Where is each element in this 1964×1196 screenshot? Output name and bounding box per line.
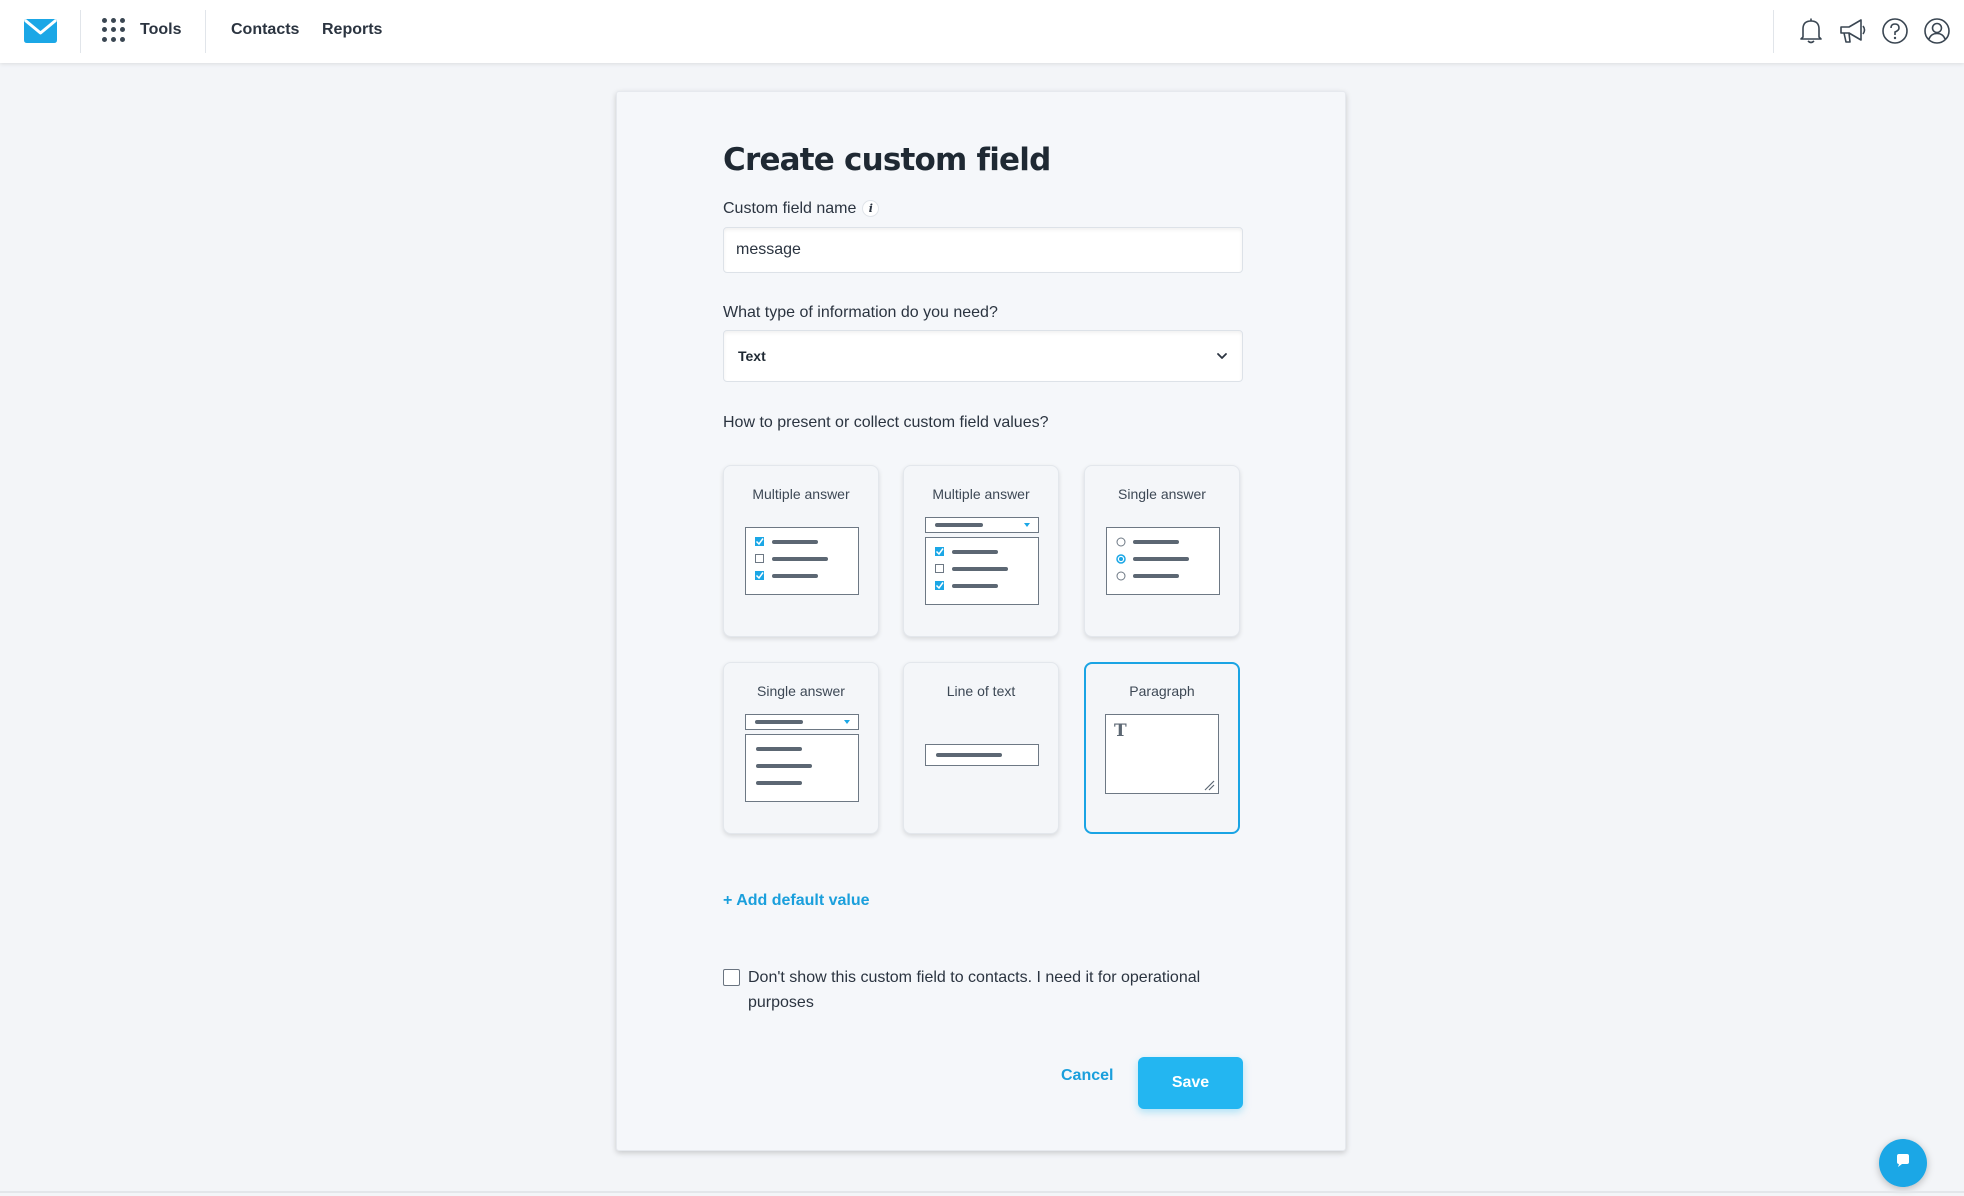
option-single-answer-radio[interactable]: Single answer xyxy=(1084,465,1240,637)
tools-label: Tools xyxy=(140,21,182,38)
divider xyxy=(1773,10,1774,53)
help-icon[interactable] xyxy=(1879,15,1910,46)
svg-text:T: T xyxy=(1114,721,1127,741)
save-button[interactable]: Save xyxy=(1138,1057,1243,1109)
create-custom-field-card: Create custom field Custom field name i W… xyxy=(616,91,1346,1151)
hide-field-checkbox[interactable] xyxy=(723,969,740,986)
option-multiple-answer-dropdown[interactable]: Multiple answer xyxy=(903,465,1059,637)
top-icons-group xyxy=(1795,15,1952,46)
option-line-of-text[interactable]: Line of text xyxy=(903,662,1059,834)
hide-field-label[interactable]: Don't show this custom field to contacts… xyxy=(748,965,1243,1015)
grid-icon xyxy=(102,18,126,42)
chat-button[interactable] xyxy=(1879,1139,1927,1187)
top-navigation-bar: Tools Contacts Reports xyxy=(0,0,1964,63)
cancel-button[interactable]: Cancel xyxy=(1061,1067,1113,1085)
page-title: Create custom field xyxy=(723,142,1051,178)
info-icon[interactable]: i xyxy=(862,200,880,217)
presentation-label: How to present or collect custom field v… xyxy=(723,414,1049,431)
tools-menu-button[interactable]: Tools xyxy=(102,18,181,42)
nav-contacts[interactable]: Contacts xyxy=(231,21,299,39)
information-type-value: Text xyxy=(738,348,766,364)
option-single-answer-dropdown[interactable]: Single answer xyxy=(723,662,879,834)
information-type-label: What type of information do you need? xyxy=(723,304,998,321)
add-default-value-link[interactable]: + Add default value xyxy=(723,892,870,910)
option-multiple-answer-checkboxes[interactable]: Multiple answer xyxy=(723,465,879,637)
divider xyxy=(205,10,206,53)
checkbox-list-illustration-icon xyxy=(745,527,859,595)
custom-field-name-input[interactable] xyxy=(723,227,1243,273)
textarea-illustration-icon: T xyxy=(1105,714,1219,794)
dropdown-checkbox-illustration-icon xyxy=(925,517,1039,605)
hide-field-option: Don't show this custom field to contacts… xyxy=(723,966,1243,1015)
custom-field-name-label-row: Custom field name i xyxy=(723,200,880,218)
single-line-illustration-icon xyxy=(925,744,1039,766)
user-icon[interactable] xyxy=(1921,15,1952,46)
bell-icon[interactable] xyxy=(1795,15,1826,46)
divider xyxy=(80,10,81,53)
radio-list-illustration-icon xyxy=(1106,527,1220,595)
nav-reports[interactable]: Reports xyxy=(322,21,382,39)
chat-bubble-icon xyxy=(1895,1153,1911,1174)
chevron-down-icon xyxy=(1216,347,1228,365)
option-paragraph[interactable]: Paragraph T xyxy=(1084,662,1240,834)
bottom-border xyxy=(0,1191,1964,1193)
megaphone-icon[interactable] xyxy=(1837,15,1868,46)
information-type-select[interactable]: Text xyxy=(723,330,1243,382)
custom-field-name-label: Custom field name xyxy=(723,200,857,217)
dropdown-list-illustration-icon xyxy=(745,714,859,802)
envelope-logo-icon[interactable] xyxy=(24,19,57,43)
